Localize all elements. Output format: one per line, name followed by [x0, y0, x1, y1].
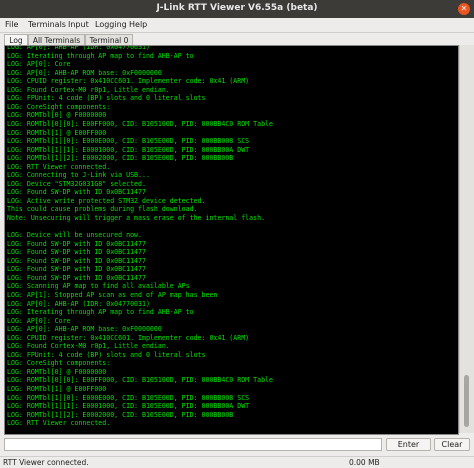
command-input[interactable]	[4, 438, 382, 451]
log-line: LOG: ROMTbl[1][1]: E0001000, CID: B105E0…	[7, 402, 250, 411]
status-text: RTT Viewer connected.	[3, 458, 89, 467]
log-line: LOG: AP[1]: Stopped AP scan as end of AP…	[7, 290, 218, 299]
log-line: LOG: CoreSight components:	[7, 102, 111, 111]
log-line: LOG: AP[0]: Core	[7, 316, 71, 325]
log-line: LOG: CPUID register: 0x410CC601. Impleme…	[7, 77, 250, 86]
input-row: Enter Clear	[0, 436, 474, 454]
log-line: LOG: Found Cortex-M0 r0p1, Little endian…	[7, 85, 170, 94]
log-line: LOG: AP[0]: Core	[7, 60, 71, 69]
log-line: LOG: Connecting to J-Link via USB...	[7, 171, 150, 180]
data-size: 0.00 MB	[349, 458, 380, 467]
tab-bar: Log All Terminals Terminal 0	[0, 33, 474, 45]
log-line: LOG: AP[0]: AHB-AP ROM base: 0xF0000000	[7, 325, 162, 334]
enter-button[interactable]: Enter	[386, 438, 431, 451]
log-line: LOG: Device "STM32G031G8" selected.	[7, 179, 146, 188]
scrollbar-thumb[interactable]	[464, 375, 469, 427]
log-line: LOG: ROMTbl[1][0]: E000E000, CID: B105E0…	[7, 393, 250, 402]
menu-terminals[interactable]: Terminals	[28, 20, 66, 29]
log-line: LOG: CPUID register: 0x410CC601. Impleme…	[7, 333, 250, 342]
log-line: LOG: ROMTbl[0] @ F0000000	[7, 367, 107, 376]
log-line: LOG: FPUnit: 4 code (BP) slots and 0 lit…	[7, 94, 206, 103]
log-line: LOG: ROMTbl[0] @ F0000000	[7, 111, 107, 120]
log-line: LOG: Found SW-DP with ID 0x0BC11477	[7, 188, 146, 197]
menu-logging[interactable]: Logging	[95, 20, 127, 29]
log-line: LOG: Found SW-DP with ID 0x0BC11477	[7, 265, 146, 274]
log-line: LOG: Active write protected STM32 device…	[7, 196, 206, 205]
log-line: LOG: ROMTbl[1][0]: E000E000, CID: B105E0…	[7, 137, 250, 146]
close-icon[interactable]: ✕	[458, 3, 470, 15]
log-line: LOG: Found SW-DP with ID 0x0BC11477	[7, 273, 146, 282]
log-line: LOG: ROMTbl[1] @ E00FF000	[7, 128, 107, 137]
log-line: LOG: ROMTbl[1][2]: E0002000, CID: B105E0…	[7, 154, 234, 163]
window-title: J-Link RTT Viewer V6.55a (beta)	[156, 3, 318, 13]
log-line: LOG: FPUnit: 4 code (BP) slots and 0 lit…	[7, 350, 206, 359]
log-output[interactable]: LOG: AP[0]: AHB-AP (IDR: 0x04770031) LOG:…	[4, 45, 459, 435]
tab-terminal-0[interactable]: Terminal 0	[85, 34, 133, 45]
title-bar: J-Link RTT Viewer V6.55a (beta) ✕	[0, 0, 474, 18]
log-line: LOG: Found SW-DP with ID 0x0BC11477	[7, 256, 146, 265]
status-bar: RTT Viewer connected. 0.00 MB	[0, 456, 474, 468]
log-line: LOG: AP[0]: AHB-AP ROM base: 0xF0000000	[7, 68, 162, 77]
log-line: LOG: AP[0]: AHB-AP (IDR: 0x04770031)	[7, 45, 150, 51]
log-line: LOG: Iterating through AP map to find AH…	[7, 308, 194, 317]
log-line: LOG: ROMTbl[0][0]: E00FF000, CID: B10510…	[7, 119, 273, 128]
log-line: LOG: RTT Viewer connected.	[7, 419, 111, 428]
log-line: LOG: Found SW-DP with ID 0x0BC11477	[7, 248, 146, 257]
tab-all-terminals[interactable]: All Terminals	[28, 34, 85, 45]
log-line: LOG: Found SW-DP with ID 0x0BC11477	[7, 239, 146, 248]
log-line: LOG: Device will be unsecured now.	[7, 231, 142, 240]
log-line: LOG: Found Cortex-M0 r0p1, Little endian…	[7, 342, 170, 351]
menu-help[interactable]: Help	[129, 20, 147, 29]
log-line: LOG: CoreSight components:	[7, 359, 111, 368]
menu-input[interactable]: Input	[68, 20, 89, 29]
log-line: LOG: ROMTbl[0][0]: E00FF000, CID: B10510…	[7, 376, 273, 385]
log-line: LOG: ROMTbl[1][1]: E0001000, CID: B105E0…	[7, 145, 250, 154]
clear-button[interactable]: Clear	[434, 438, 470, 451]
log-line: LOG: Scanning AP map to find all availab…	[7, 282, 190, 291]
log-line: LOG: ROMTbl[1] @ E00FF000	[7, 385, 107, 393]
menu-bar: File Terminals Input Logging Help	[0, 18, 474, 33]
tab-log[interactable]: Log	[4, 34, 28, 45]
log-line: LOG: RTT Viewer connected.	[7, 162, 111, 171]
log-line: LOG: Iterating through AP map to find AH…	[7, 51, 194, 60]
vertical-scrollbar[interactable]	[459, 45, 474, 433]
log-line: LOG: AP[0]: AHB-AP (IDR: 0x04770031)	[7, 299, 150, 308]
menu-file[interactable]: File	[5, 20, 18, 29]
log-line: This could cause problems during flash d…	[7, 205, 198, 214]
log-line: LOG: ROMTbl[1][2]: E0002000, CID: B105E0…	[7, 410, 234, 419]
log-line: Note: Unsecuring will trigger a mass era…	[7, 214, 266, 222]
